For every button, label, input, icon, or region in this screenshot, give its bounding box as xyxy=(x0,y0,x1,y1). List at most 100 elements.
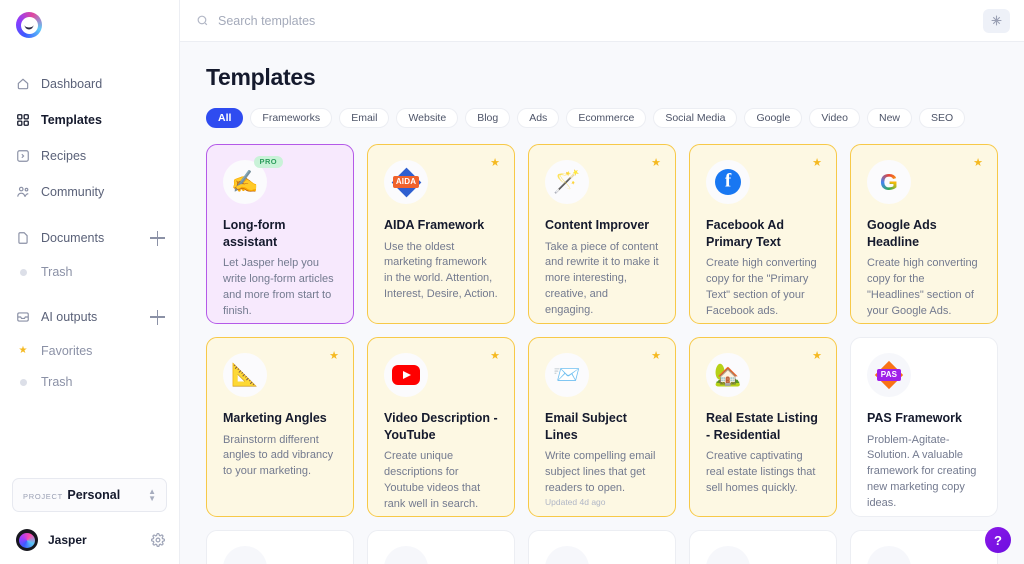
avatar xyxy=(16,529,38,551)
filter-chip-video[interactable]: Video xyxy=(809,108,860,128)
star-icon[interactable]: ★ xyxy=(973,158,983,169)
star-icon[interactable]: ★ xyxy=(812,351,822,362)
star-icon[interactable]: ★ xyxy=(651,351,661,362)
add-document-button[interactable] xyxy=(150,230,165,246)
star-icon[interactable]: ★ xyxy=(651,158,661,169)
project-selector[interactable]: PROJECT Personal ▲ ▼ xyxy=(12,478,167,512)
star-icon[interactable]: ★ xyxy=(490,158,500,169)
card-description: Create high converting copy for the "Pri… xyxy=(706,257,817,317)
writing-hand-emoji-icon: ✍️ PRO xyxy=(223,156,283,204)
filter-chip-website[interactable]: Website xyxy=(396,108,459,128)
sparkle-icon-button[interactable] xyxy=(983,8,1010,33)
sidebar: Dashboard Templates Recipes Community Do… xyxy=(0,0,180,564)
filter-chips: All Frameworks Email Website Blog Ads Ec… xyxy=(206,108,998,128)
filter-chip-social-media[interactable]: Social Media xyxy=(653,108,738,128)
search-container[interactable] xyxy=(196,13,983,28)
sidebar-item-community[interactable]: Community xyxy=(0,180,179,204)
page-title: Templates xyxy=(206,64,316,90)
template-card[interactable] xyxy=(528,530,676,564)
template-card[interactable]: ★ 📨 Email Subject Lines Write compelling… xyxy=(528,337,676,517)
template-card[interactable]: ★ Facebook Ad Primary Text Create high c… xyxy=(689,144,837,324)
filter-chip-frameworks[interactable]: Frameworks xyxy=(250,108,333,128)
card-title: Real Estate Listing - Residential xyxy=(706,411,818,442)
search-input[interactable] xyxy=(218,13,538,28)
aida-logo-icon: AIDA xyxy=(384,160,428,204)
house-with-garden-emoji-icon: 🏡 xyxy=(706,353,750,397)
card-description: Create high converting copy for the "Hea… xyxy=(867,257,978,317)
star-icon[interactable]: ★ xyxy=(329,351,339,362)
facebook-logo-icon xyxy=(706,160,750,204)
documents-trash-label: Trash xyxy=(41,265,73,279)
template-card[interactable]: ★ 🪄 Content Improver Take a piece of con… xyxy=(528,144,676,324)
sidebar-item-dashboard[interactable]: Dashboard xyxy=(0,72,179,96)
sidebar-item-label: Community xyxy=(41,185,105,199)
sidebar-item-label: Recipes xyxy=(41,149,87,163)
placeholder-icon xyxy=(384,546,428,564)
grid-icon xyxy=(16,113,30,127)
star-icon[interactable]: ★ xyxy=(812,158,822,169)
sidebar-nav: Dashboard Templates Recipes Community xyxy=(0,72,179,204)
template-card[interactable] xyxy=(206,530,354,564)
sidebar-item-templates[interactable]: Templates xyxy=(0,108,179,132)
filter-chip-seo[interactable]: SEO xyxy=(919,108,966,128)
template-card[interactable]: ★ G Google Ads Headline Create high conv… xyxy=(850,144,998,324)
star-icon[interactable]: ★ xyxy=(490,351,500,362)
ai-trash-label: Trash xyxy=(41,375,73,389)
template-card[interactable]: ★ 📐 Marketing Angles Brainstorm differen… xyxy=(206,337,354,517)
template-card[interactable]: ★ Video Description - YouTube Create uni… xyxy=(367,337,515,517)
template-card[interactable]: ✍️ PRO Long-form assistant Let Jasper he… xyxy=(206,144,354,324)
sidebar-item-label: Dashboard xyxy=(41,77,103,91)
user-row[interactable]: Jasper xyxy=(16,529,165,551)
template-card[interactable]: ★ 🏡 Real Estate Listing - Residential Cr… xyxy=(689,337,837,517)
documents-label: Documents xyxy=(41,231,105,245)
template-card[interactable] xyxy=(689,530,837,564)
topbar xyxy=(180,0,1024,42)
sidebar-item-recipes[interactable]: Recipes xyxy=(0,144,179,168)
placeholder-icon xyxy=(867,546,911,564)
filter-chip-ads[interactable]: Ads xyxy=(517,108,560,128)
sidebar-item-documents-trash[interactable]: Trash xyxy=(0,261,179,283)
card-title: Content Improver xyxy=(545,218,650,232)
dot-icon xyxy=(16,268,30,276)
card-title: PAS Framework xyxy=(867,411,962,425)
help-button[interactable]: ? xyxy=(985,527,1011,553)
magic-wand-emoji-icon: 🪄 xyxy=(545,160,589,204)
template-card[interactable]: ★ AIDA AIDA Framework Use the oldest mar… xyxy=(367,144,515,324)
placeholder-icon xyxy=(223,546,267,564)
gear-icon[interactable] xyxy=(151,533,165,547)
tray-icon xyxy=(16,310,30,324)
card-description: Take a piece of content and rewrite it t… xyxy=(545,240,659,317)
card-meta: Updated 4d ago xyxy=(545,496,606,507)
sidebar-item-ai-trash[interactable]: Trash xyxy=(0,371,179,393)
template-grid: ✍️ PRO Long-form assistant Let Jasper he… xyxy=(206,144,998,564)
recipe-icon xyxy=(16,149,30,163)
template-card[interactable] xyxy=(850,530,998,564)
filter-chip-google[interactable]: Google xyxy=(744,108,803,128)
add-ai-output-button[interactable] xyxy=(150,309,165,325)
triangular-ruler-emoji-icon: 📐 xyxy=(223,353,267,397)
jasper-logo-icon[interactable] xyxy=(16,12,42,38)
template-card[interactable] xyxy=(367,530,515,564)
chevron-updown-icon[interactable]: ▲ ▼ xyxy=(148,488,156,503)
template-card[interactable]: PAS PAS Framework Problem-Agitate-Soluti… xyxy=(850,337,998,517)
filter-chip-new[interactable]: New xyxy=(866,108,912,128)
sidebar-item-ai-outputs[interactable]: AI outputs xyxy=(0,305,179,329)
ai-outputs-section: AI outputs ★ Favorites Trash xyxy=(0,305,179,393)
favorites-label: Favorites xyxy=(41,344,93,358)
card-title: Marketing Angles xyxy=(223,411,327,425)
card-title: Video Description - YouTube xyxy=(384,411,498,442)
project-text: PROJECT Personal xyxy=(23,486,148,504)
card-description: Let Jasper help you write long-form arti… xyxy=(223,257,334,317)
card-title: AIDA Framework xyxy=(384,218,485,232)
card-title: Long-form assistant xyxy=(223,218,286,249)
ai-outputs-label: AI outputs xyxy=(41,310,98,324)
filter-chip-ecommerce[interactable]: Ecommerce xyxy=(566,108,647,128)
filter-chip-all[interactable]: All xyxy=(206,108,244,128)
logo-wrap xyxy=(0,0,179,38)
project-value: Personal xyxy=(67,488,121,502)
card-description: Write compelling email subject lines tha… xyxy=(545,450,656,494)
filter-chip-blog[interactable]: Blog xyxy=(465,108,511,128)
sidebar-item-documents[interactable]: Documents xyxy=(0,226,179,250)
filter-chip-email[interactable]: Email xyxy=(339,108,390,128)
sidebar-item-favorites[interactable]: ★ Favorites xyxy=(0,340,179,362)
